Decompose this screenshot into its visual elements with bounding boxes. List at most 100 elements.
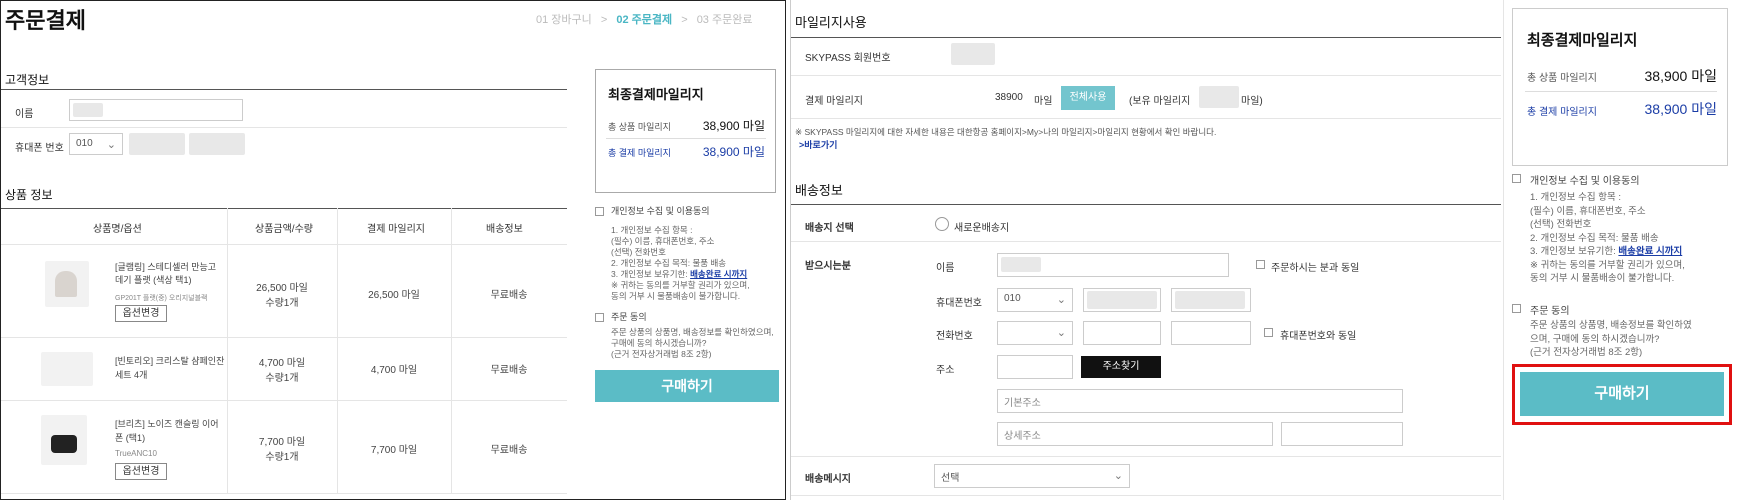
table-row: [글램링] 스테디셀러 만능고데기 플랫 (색상 택1) GP201T 플랫(중… bbox=[1, 245, 567, 337]
consent-line: 주문 상품의 상품명, 배송정보를 확인하였 bbox=[1530, 320, 1692, 331]
divider bbox=[791, 75, 1501, 76]
detail-address-input[interactable]: 상세주소 bbox=[997, 422, 1273, 446]
col-header-price: 상품금액/수량 bbox=[255, 224, 313, 235]
destination-label: 배송지 선택 bbox=[805, 223, 854, 234]
phone-prefix-select[interactable]: 010 ⌄ bbox=[69, 133, 123, 155]
phone-middle-input[interactable] bbox=[1083, 321, 1161, 345]
retention-period-link[interactable]: 배송완료 시까지 bbox=[1618, 246, 1682, 257]
detail-address-extra-input[interactable] bbox=[1281, 422, 1403, 446]
change-option-button[interactable]: 옵션변경 bbox=[115, 305, 167, 322]
divider bbox=[791, 204, 1501, 205]
product-image bbox=[55, 271, 77, 297]
product-shipping: 무료배송 bbox=[490, 290, 528, 301]
chevron-down-icon: ⌄ bbox=[1056, 327, 1066, 339]
receiver-name-label: 이름 bbox=[936, 263, 955, 274]
phone-prefix-select[interactable]: ⌄ bbox=[997, 321, 1073, 345]
consent-line: 1. 개인정보 수집 항목 : bbox=[611, 225, 693, 235]
step-separator: > bbox=[681, 14, 688, 26]
customer-section-title: 고객정보 bbox=[5, 73, 50, 87]
address-label: 주소 bbox=[936, 365, 955, 376]
consent-line: (근거 전자상거래법 8조 2항) bbox=[1530, 347, 1643, 358]
find-address-button[interactable]: 주소찾기 bbox=[1081, 356, 1161, 378]
privacy-consent-checkbox[interactable] bbox=[595, 207, 604, 216]
col-header-product: 상품명/옵션 bbox=[93, 224, 142, 235]
product-name[interactable]: [글램링] 스테디셀러 만능고데기 플랫 (색상 택1) bbox=[115, 261, 223, 287]
same-as-orderer-checkbox[interactable] bbox=[1256, 260, 1265, 269]
order-consent-details: 주문 상품의 상품명, 배송정보를 확인하였으며, 구매에 동의 하시겠습니까?… bbox=[611, 327, 781, 360]
product-shipping: 무료배송 bbox=[490, 365, 528, 376]
phone-last-input[interactable] bbox=[189, 133, 245, 155]
payment-summary-panel: 최종결제마일리지 총 상품 마일리지 38,900 마일 총 결제 마일리지 3… bbox=[1503, 0, 1737, 500]
privacy-consent-checkbox[interactable] bbox=[1512, 174, 1521, 183]
page-title: 주문결제 bbox=[5, 8, 86, 33]
summary-title: 최종결제마일리지 bbox=[608, 87, 704, 102]
summary-pay-label: 총 결제 마일리지 bbox=[1527, 107, 1597, 118]
base-address-placeholder: 기본주소 bbox=[1004, 398, 1041, 409]
step-cart: 01 장바구니 bbox=[536, 14, 592, 26]
phone-last-input[interactable] bbox=[1171, 321, 1251, 345]
base-address-input[interactable]: 기본주소 bbox=[997, 389, 1403, 413]
shipping-section-title: 배송정보 bbox=[795, 183, 843, 198]
step-checkout: 02 주문결제 bbox=[616, 14, 673, 26]
divider bbox=[791, 456, 1501, 457]
col-header-mileage: 결제 마일리지 bbox=[367, 224, 425, 235]
consent-line: (근거 전자상거래법 8조 2항) bbox=[611, 349, 712, 359]
privacy-consent-details: 1. 개인정보 수집 항목 : (필수) 이름, 휴대폰번호, 주소 (선택) … bbox=[611, 225, 781, 302]
pay-mileage-unit: 마일 bbox=[1034, 96, 1053, 107]
mobile-label: 휴대폰번호 bbox=[936, 298, 982, 309]
owned-mileage-masked bbox=[1199, 86, 1239, 108]
table-row: [빈토리오] 크리스탈 샴페인잔 세트 4개 4,700 마일 수량1개 4,7… bbox=[1, 338, 567, 400]
purchase-button[interactable]: 구매하기 bbox=[595, 370, 779, 402]
retention-period-link[interactable]: 배송완료 시까지 bbox=[690, 269, 747, 279]
divider bbox=[791, 241, 1501, 242]
receiver-label: 받으시는분 bbox=[805, 261, 851, 272]
final-mileage-summary: 최종결제마일리지 총 상품 마일리지 38,900 마일 총 결제 마일리지 3… bbox=[595, 69, 776, 193]
product-name[interactable]: [빈토리오] 크리스탈 샴페인잔 세트 4개 bbox=[115, 354, 225, 382]
consent-line: 1. 개인정보 수집 항목 : bbox=[1530, 192, 1622, 203]
summary-total-label: 총 상품 마일리지 bbox=[608, 122, 671, 132]
col-header-shipping: 배송정보 bbox=[486, 224, 523, 235]
product-thumbnail bbox=[41, 352, 93, 386]
owned-mileage-suffix: 마일) bbox=[1241, 96, 1263, 107]
chevron-down-icon: ⌄ bbox=[1056, 294, 1066, 306]
same-as-mobile-checkbox[interactable] bbox=[1264, 328, 1273, 337]
delivery-message-value: 선택 bbox=[941, 473, 960, 484]
delivery-message-select[interactable]: 선택 ⌄ bbox=[934, 464, 1130, 488]
consent-line: (필수) 이름, 휴대폰번호, 주소 bbox=[611, 236, 715, 246]
mobile-prefix-select[interactable]: 010 ⌄ bbox=[997, 288, 1073, 312]
consent-line: 3. 개인정보 보유기한: bbox=[1530, 246, 1619, 257]
phone-label: 전화번호 bbox=[936, 331, 973, 342]
masked-value bbox=[1087, 291, 1157, 309]
summary-pay-label: 총 결제 마일리지 bbox=[608, 148, 671, 158]
change-option-button[interactable]: 옵션변경 bbox=[115, 463, 167, 480]
divider bbox=[791, 37, 1501, 38]
new-address-radio[interactable] bbox=[935, 217, 949, 231]
phone-middle-input[interactable] bbox=[129, 133, 185, 155]
product-price: 7,700 마일 bbox=[258, 437, 306, 448]
consent-note: 동의 거부 시 물품배송이 불가합니다. bbox=[1530, 273, 1675, 284]
mileage-section-title: 마일리지사용 bbox=[795, 15, 867, 30]
name-label: 이름 bbox=[15, 109, 34, 120]
chevron-down-icon: ⌄ bbox=[1113, 470, 1123, 482]
masked-value bbox=[1001, 257, 1041, 272]
masked-value bbox=[1175, 291, 1245, 309]
divider bbox=[606, 138, 766, 139]
purchase-button[interactable]: 구매하기 bbox=[1520, 372, 1724, 416]
product-name[interactable]: [브리츠] 노이즈 캔슬링 이어폰 (택1) bbox=[115, 417, 225, 445]
shortcut-link[interactable]: >바로가기 bbox=[799, 138, 837, 151]
skypass-label: SKYPASS 회원번호 bbox=[805, 53, 891, 64]
consent-note: ※ 귀하는 동의를 거부할 권리가 있으며, bbox=[1530, 259, 1685, 271]
order-consent-checkbox[interactable] bbox=[1512, 304, 1521, 313]
use-all-mileage-button[interactable]: 전체사용 bbox=[1061, 86, 1115, 110]
product-mileage: 4,700 마일 bbox=[370, 365, 418, 376]
order-consent-checkbox[interactable] bbox=[595, 313, 604, 322]
zipcode-input[interactable] bbox=[997, 355, 1073, 379]
product-shipping: 무료배송 bbox=[490, 445, 528, 456]
pay-mileage-value[interactable]: 38900 bbox=[995, 92, 1023, 103]
chevron-down-icon: ⌄ bbox=[106, 139, 116, 151]
same-as-mobile-label: 휴대폰번호와 동일 bbox=[1280, 331, 1357, 342]
order-page-panel: 주문결제 01 장바구니 > 02 주문결제 > 03 주문완료 고객정보 이름… bbox=[0, 0, 786, 500]
consent-line: 2. 개인정보 수집 목적: 물품 배송 bbox=[611, 258, 727, 268]
summary-total-label: 총 상품 마일리지 bbox=[1527, 73, 1597, 84]
product-mileage: 26,500 마일 bbox=[368, 290, 420, 301]
